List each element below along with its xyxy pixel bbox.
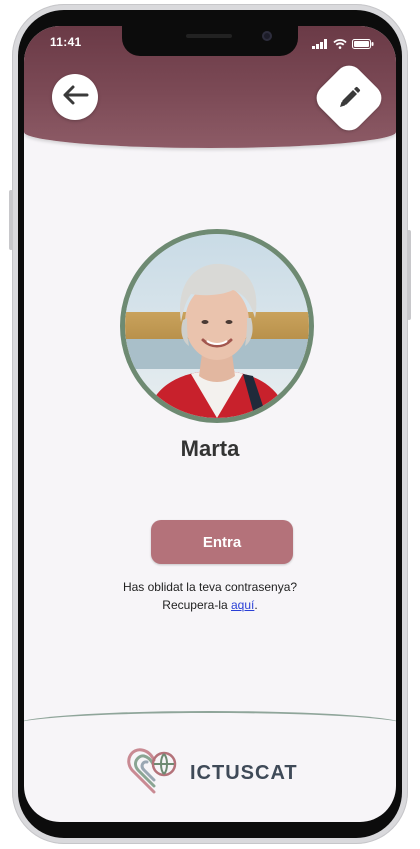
heart-logo-icon	[126, 746, 184, 801]
brand-name: ICTUSCAT	[190, 762, 298, 784]
forgot-password-text: Has oblidat la teva contrasenya? Recuper…	[24, 578, 396, 614]
forgot-password-question: Has oblidat la teva contrasenya?	[122, 580, 298, 594]
signal-icon	[312, 36, 328, 54]
battery-icon	[352, 36, 374, 54]
arrow-left-icon	[61, 84, 89, 111]
back-button[interactable]	[52, 74, 98, 120]
user-photo	[125, 234, 309, 418]
footer-divider	[24, 711, 396, 741]
user-avatar	[120, 229, 314, 423]
pencil-icon	[336, 85, 362, 111]
edit-button[interactable]	[310, 59, 388, 137]
user-name: Marta	[180, 436, 240, 461]
status-icons	[312, 36, 374, 54]
recover-link[interactable]: aquí	[231, 598, 254, 612]
speaker-grille	[186, 34, 232, 38]
wifi-icon	[333, 36, 347, 54]
side-button-left	[9, 190, 13, 250]
app-header: 11:41	[24, 26, 396, 148]
enter-button[interactable]: Entra	[151, 520, 293, 564]
front-camera	[262, 31, 272, 41]
status-time: 11:41	[50, 35, 82, 49]
recover-suffix: .	[254, 598, 258, 612]
recover-line: Recupera-la aquí.	[24, 596, 396, 614]
side-button-right	[407, 230, 411, 320]
brand-logo: ICTUSCAT	[126, 746, 298, 801]
camera-notch	[122, 26, 298, 56]
recover-prefix: Recupera-la	[162, 598, 231, 612]
app-screen: 11:41 Marta Entra Has oblidat la teva co…	[24, 26, 396, 822]
